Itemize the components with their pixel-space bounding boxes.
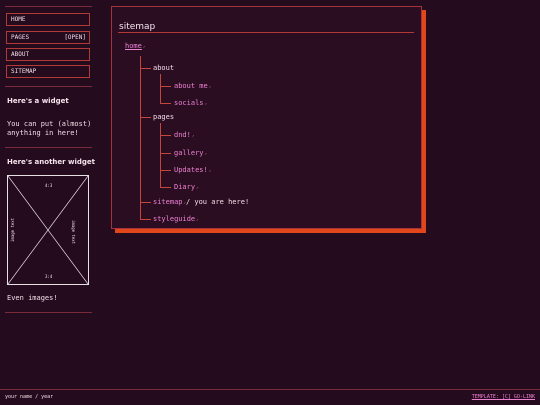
tree-connector (160, 123, 161, 188)
tree-item-about-me[interactable]: about me↗ (174, 82, 211, 91)
nav-pages-button[interactable]: PAGES [OPEN] (6, 31, 90, 44)
nav-sitemap-button[interactable]: SITEMAP (6, 65, 90, 78)
title-divider (118, 32, 414, 33)
nav-pages-label: PAGES (11, 34, 30, 41)
updates-link[interactable]: Updates! (174, 166, 208, 174)
tree-connector (160, 74, 161, 103)
nav-about-label: ABOUT (11, 51, 30, 58)
tree-item-pages: pages (153, 113, 175, 121)
socials-link[interactable]: socials (174, 99, 204, 107)
about-me-link[interactable]: about me (174, 82, 208, 90)
widget-title: Here's a widget (7, 97, 69, 105)
tree-connector (140, 202, 151, 203)
you-are-here-note: / you are here! (185, 198, 250, 206)
external-link-icon: ↗ (208, 84, 212, 89)
placeholder-cross-icon (8, 176, 88, 284)
tree-item-diary[interactable]: Diary↗ (174, 183, 199, 192)
home-link[interactable]: home (125, 42, 142, 50)
nav-sitemap-label: SITEMAP (11, 68, 37, 75)
sidebar-divider (5, 147, 92, 148)
tree-item-styleguide[interactable]: styleguide↗ (153, 215, 199, 224)
tree-item-about: about (153, 64, 175, 72)
footer-credit: your name / year (5, 394, 54, 400)
styleguide-link[interactable]: styleguide (153, 215, 195, 223)
external-link-icon: ↗ (142, 44, 146, 49)
widget-text: You can put (almost) anything in here! (7, 120, 92, 137)
image-label-left: image text (10, 217, 15, 242)
external-link-icon: ↗ (196, 185, 199, 190)
external-link-icon: ↗ (208, 168, 212, 173)
external-link-icon: ↗ (191, 133, 195, 138)
external-link-icon: ↗ (196, 217, 199, 222)
diary-link[interactable]: Diary (174, 183, 195, 191)
tree-connector (160, 153, 171, 154)
tree-connector (140, 219, 151, 220)
nav-pages-open-badge: [OPEN] (64, 34, 86, 41)
nav-about-button[interactable]: ABOUT (6, 48, 90, 61)
footer-divider (0, 389, 540, 390)
widget-caption: Even images! (7, 294, 58, 302)
placeholder-image: 4:3 3:4 image text image text (7, 175, 89, 285)
external-link-icon: ↗ (204, 101, 207, 106)
widget-title: Here's another widget (7, 158, 96, 166)
tree-item-socials[interactable]: socials↗ (174, 99, 207, 108)
sidebar-divider (5, 6, 92, 7)
sidebar: HOME PAGES [OPEN] ABOUT SITEMAP Here's a… (0, 0, 98, 315)
tree-connector (160, 187, 171, 188)
tree-item-sitemap[interactable]: sitemap↗/ you are here! (153, 198, 249, 207)
image-label-bottom: 3:4 (45, 274, 53, 279)
external-link-icon: ↗ (204, 151, 207, 156)
nav-home-button[interactable]: HOME (6, 13, 90, 26)
dnd-link[interactable]: dnd! (174, 131, 191, 139)
nav-home-label: HOME (11, 16, 26, 23)
tree-connector (140, 68, 151, 69)
sitemap-link[interactable]: sitemap (153, 198, 183, 206)
tree-connector (160, 103, 171, 104)
image-label-top: 4:3 (45, 183, 53, 188)
tree-connector (160, 86, 171, 87)
sidebar-divider (5, 312, 92, 313)
tree-connector (140, 56, 141, 219)
gallery-link[interactable]: gallery (174, 149, 204, 157)
tree-item-home[interactable]: home↗ (125, 42, 145, 51)
tree-item-updates[interactable]: Updates!↗ (174, 166, 211, 175)
sitemap-panel: sitemap home↗ about about me↗ socials↗ p… (111, 6, 422, 229)
image-label-right: image text (71, 220, 76, 245)
tree-connector (140, 117, 151, 118)
sidebar-divider (5, 86, 92, 87)
page-title: sitemap (119, 22, 156, 32)
tree-connector (160, 170, 171, 171)
tree-item-dnd[interactable]: dnd!↗ (174, 131, 194, 140)
template-credit-link[interactable]: TEMPLATE: [C] GO-LINK (472, 394, 535, 400)
tree-connector (160, 135, 171, 136)
tree-item-gallery[interactable]: gallery↗ (174, 149, 207, 158)
